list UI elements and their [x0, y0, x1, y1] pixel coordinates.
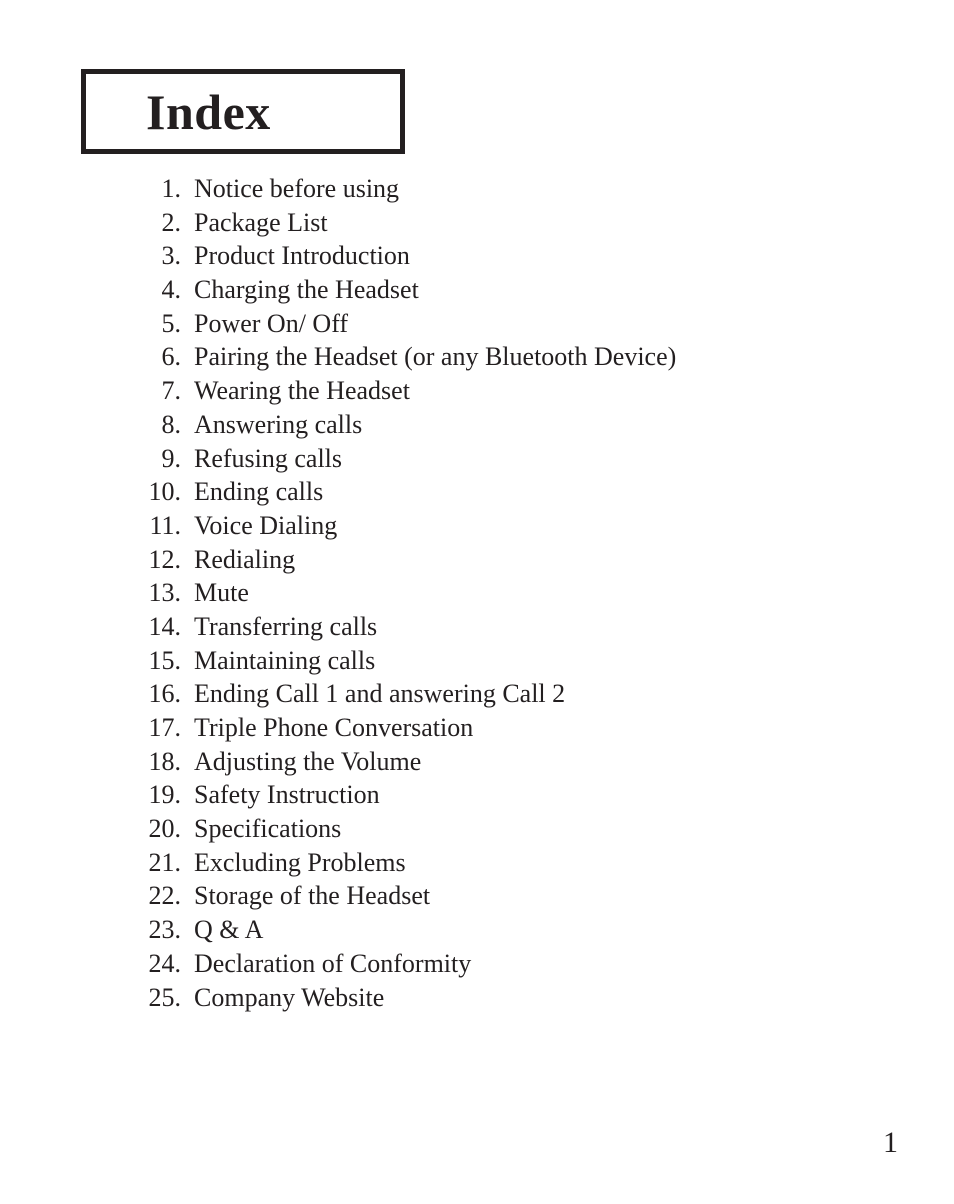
index-item-number: 19. — [148, 780, 182, 810]
index-item[interactable]: 18. Adjusting the Volume — [0, 745, 954, 779]
index-item-number: 24. — [148, 948, 182, 978]
index-item[interactable]: 10. Ending calls — [0, 475, 954, 509]
index-item[interactable]: 23. Q & A — [0, 913, 954, 947]
index-item[interactable]: 15. Maintaining calls — [0, 644, 954, 678]
index-item-number: 21. — [148, 847, 182, 877]
index-item[interactable]: 25. Company Website — [0, 981, 954, 1015]
index-item-label: Specifications — [194, 814, 342, 844]
index-item[interactable]: 22. Storage of the Headset — [0, 879, 954, 913]
index-item[interactable]: 9. Refusing calls — [0, 442, 954, 476]
index-item-label: Company Website — [194, 982, 385, 1012]
index-item-label: Voice Dialing — [194, 510, 338, 540]
index-item-number: 7. — [161, 376, 182, 406]
page-number: 1 — [883, 1126, 898, 1159]
index-item-label: Q & A — [194, 915, 264, 945]
index-item[interactable]: 17. Triple Phone Conversation — [0, 711, 954, 745]
index-item[interactable]: 16. Ending Call 1 and answering Call 2 — [0, 677, 954, 711]
index-item-label: Transferring calls — [194, 611, 378, 641]
index-item-label: Triple Phone Conversation — [194, 713, 474, 742]
index-item-number: 25. — [148, 982, 182, 1012]
index-item-number: 20. — [148, 814, 182, 844]
index-item-label: Redialing — [194, 544, 296, 574]
index-item-number: 1. — [161, 174, 182, 203]
index-item-label: Excluding Problems — [194, 847, 406, 877]
index-item-label: Notice before using — [194, 174, 400, 203]
index-item-number: 10. — [148, 477, 182, 507]
index-item-label: Refusing calls — [194, 443, 343, 473]
index-item-label: Mute — [194, 578, 249, 608]
index-item-label: Ending calls — [194, 477, 324, 507]
index-item-label: Pairing the Headset (or any Bluetooth De… — [194, 342, 677, 372]
document-page: { "page": { "title": "Index", "page_numb… — [0, 0, 954, 1204]
index-item-number: 15. — [148, 645, 182, 675]
index-item[interactable]: 6. Pairing the Headset (or any Bluetooth … — [0, 340, 954, 374]
index-item-number: 22. — [148, 881, 182, 911]
index-item-label: Charging the Headset — [194, 275, 419, 305]
index-item-label: Answering calls — [194, 409, 363, 439]
index-item[interactable]: 7. Wearing the Headset — [0, 374, 954, 408]
index-item[interactable]: 4. Charging the Headset — [0, 273, 954, 307]
index-item[interactable]: 8. Answering calls — [0, 408, 954, 442]
index-item[interactable]: 20. Specifications — [0, 812, 954, 846]
index-item[interactable]: 3. Product Introduction — [0, 239, 954, 273]
index-item-label: Ending Call 1 and answering Call 2 — [194, 679, 566, 709]
index-item[interactable]: 14. Transferring calls — [0, 610, 954, 644]
index-item-number: 9. — [161, 443, 182, 473]
index-item-number: 12. — [148, 544, 182, 574]
index-item-number: 17. — [148, 713, 182, 742]
index-item[interactable]: 12. Redialing — [0, 543, 954, 577]
index-item-number: 14. — [148, 611, 182, 641]
index-item-label: Maintaining calls — [194, 645, 376, 675]
index-item[interactable]: 24. Declaration of Conformity — [0, 947, 954, 981]
index-item-number: 16. — [148, 679, 182, 709]
index-item-number: 4. — [161, 275, 182, 305]
index-item[interactable]: 2. Package List — [0, 206, 954, 240]
index-item[interactable]: 5. Power On/ Off — [0, 307, 954, 341]
index-item-label: Wearing the Headset — [194, 376, 410, 406]
index-item-number: 18. — [148, 746, 182, 776]
index-item[interactable]: 21. Excluding Problems — [0, 846, 954, 880]
index-item-number: 5. — [161, 308, 182, 338]
index-item-number: 8. — [161, 409, 182, 439]
index-item[interactable]: 1. Notice before using — [0, 172, 954, 206]
index-item-number: 13. — [148, 578, 182, 608]
index-item-label: Declaration of Conformity — [194, 948, 472, 978]
index-item[interactable]: 11. Voice Dialing — [0, 509, 954, 543]
index-item-label: Product Introduction — [194, 241, 410, 271]
index-item-number: 23. — [148, 915, 182, 945]
page-title: Index — [146, 83, 271, 140]
index-item[interactable]: 19. Safety Instruction — [0, 778, 954, 812]
index-list: 1. Notice before using 2. Package List 3. Pro… — [0, 172, 954, 1014]
index-item-number: 2. — [161, 207, 182, 237]
index-title-box: Index — [81, 69, 405, 154]
index-item-label: Package List — [194, 207, 328, 237]
index-item-label: Adjusting the Volume — [194, 746, 422, 776]
index-item-label: Power On/ Off — [194, 308, 349, 338]
index-item-label: Storage of the Headset — [194, 881, 431, 911]
index-item-label: Safety Instruction — [194, 780, 380, 810]
index-item[interactable]: 13. Mute — [0, 576, 954, 610]
index-item-number: 6. — [161, 342, 182, 372]
index-item-number: 3. — [161, 241, 182, 271]
index-item-number: 11. — [149, 510, 181, 540]
